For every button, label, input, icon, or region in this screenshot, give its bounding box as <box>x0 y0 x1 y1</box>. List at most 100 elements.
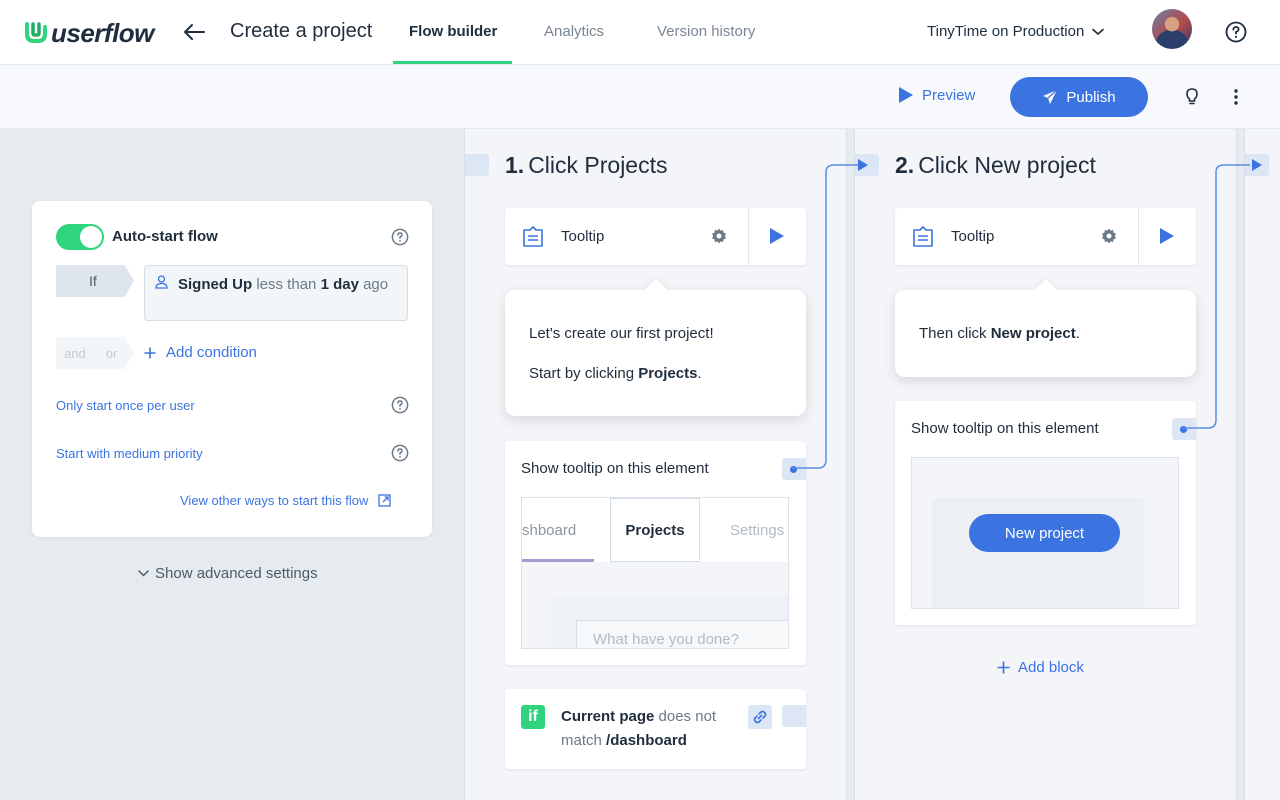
divider <box>1138 208 1139 265</box>
block-header: Tooltip <box>895 208 1196 265</box>
preview-tab: shboard <box>522 522 577 539</box>
condition-attribute: Current page <box>561 708 655 725</box>
condition-text: Current page does not match /dashboard <box>561 705 741 753</box>
tooltip-icon <box>913 226 933 247</box>
connection-port[interactable] <box>782 705 806 727</box>
add-block-button[interactable]: Add block <box>997 659 1084 676</box>
tooltip-text-end: . <box>697 365 702 382</box>
step-title[interactable]: 1. Click Projects <box>505 152 668 179</box>
tooltip-line-2: Start by clicking Projects. <box>529 365 702 382</box>
lightbulb-icon[interactable] <box>1183 87 1201 107</box>
plus-icon <box>997 661 1010 674</box>
link-icon[interactable] <box>748 705 772 729</box>
auto-start-label: Auto-start flow <box>112 228 218 245</box>
and-option[interactable]: and <box>64 346 86 361</box>
add-condition-label: Add condition <box>166 344 257 361</box>
tooltip-icon <box>523 226 543 247</box>
block-type: Tooltip <box>951 228 995 245</box>
tooltip-block[interactable]: Tooltip <box>895 208 1196 265</box>
connection-port[interactable] <box>782 458 806 480</box>
environment-label: TinyTime on Production <box>927 23 1085 40</box>
if-icon: if <box>521 705 545 729</box>
send-icon <box>1043 89 1058 104</box>
plus-icon <box>144 347 156 358</box>
active-tab-indicator <box>393 61 512 64</box>
or-option[interactable]: or <box>106 346 118 361</box>
auto-start-toggle[interactable] <box>56 224 104 250</box>
help-icon[interactable] <box>391 228 409 246</box>
play-icon <box>899 87 913 103</box>
target-element-block[interactable]: Show tooltip on this element New project <box>895 401 1196 625</box>
preview-button[interactable]: Preview <box>898 86 975 104</box>
help-icon[interactable] <box>1225 21 1247 43</box>
condition-block[interactable]: if Current page does not match /dashboar… <box>505 689 806 769</box>
target-element-block[interactable]: Show tooltip on this element shboard Pro… <box>505 441 806 665</box>
help-icon[interactable] <box>391 444 409 462</box>
condition-value: 1 day <box>320 276 359 293</box>
start-settings-card: Auto-start flow If Signed Up less than 1… <box>32 201 432 537</box>
tab-version-history[interactable]: Version history <box>657 23 755 40</box>
port-dot <box>1180 426 1187 433</box>
tab-analytics[interactable]: Analytics <box>544 23 604 40</box>
step-column-3 <box>1244 129 1280 800</box>
chevron-down-icon <box>138 570 149 577</box>
step-number: 1. <box>505 152 525 178</box>
port-dot <box>790 466 797 473</box>
play-icon[interactable] <box>1158 227 1176 245</box>
page-title: Create a project <box>230 20 373 42</box>
add-condition-button[interactable]: Add condition <box>144 344 257 361</box>
tooltip-preview[interactable]: Then click New project. <box>895 290 1196 377</box>
logo-wordmark: userflow <box>51 18 154 48</box>
priority-link[interactable]: Start with medium priority <box>56 446 203 461</box>
connection-port[interactable] <box>1172 418 1196 440</box>
environment-select[interactable]: TinyTime on Production <box>927 23 1105 40</box>
view-other-ways-link[interactable]: View other ways to start this flow <box>180 493 391 508</box>
play-icon[interactable] <box>768 227 786 245</box>
gear-icon[interactable] <box>1100 227 1118 245</box>
start-once-link[interactable]: Only start once per user <box>56 398 195 413</box>
help-icon[interactable] <box>391 396 409 414</box>
step-title[interactable]: 2. Click New project <box>895 152 1096 179</box>
preview-label: Preview <box>922 86 976 104</box>
condition-suffix: ago <box>363 276 389 293</box>
show-advanced-settings[interactable]: Show advanced settings <box>138 565 318 582</box>
gear-icon[interactable] <box>710 227 728 245</box>
tab-flow-builder[interactable]: Flow builder <box>409 23 497 40</box>
userflow-logo-icon <box>25 21 47 43</box>
element-screenshot: New project <box>911 457 1179 609</box>
more-options-icon[interactable] <box>1232 87 1240 107</box>
step-title-text: Click Projects <box>528 152 668 178</box>
step-input-port[interactable] <box>855 154 879 176</box>
tooltip-line-1: Let's create our first project! <box>529 325 714 342</box>
element-screenshot: shboard Projects Settings What have you … <box>521 497 789 649</box>
preview-tab-highlighted: Projects <box>610 498 700 562</box>
step-column-1: 1. Click Projects Tooltip Let's create ou… <box>464 129 847 800</box>
preview-new-project-button: New project <box>969 514 1120 552</box>
step-title-text: Click New project <box>918 152 1096 178</box>
condition-operator: less than <box>256 276 317 293</box>
back-arrow-icon[interactable] <box>182 20 206 44</box>
step-input-port[interactable] <box>465 154 489 176</box>
tooltip-text: Start by clicking <box>529 365 639 382</box>
external-link-icon <box>378 494 391 507</box>
target-label: Show tooltip on this element <box>911 420 1099 437</box>
step-input-port[interactable] <box>1245 154 1269 176</box>
tooltip-text-end: . <box>1075 325 1080 342</box>
preview-tab-underline <box>522 559 594 562</box>
top-bar: userflow Create a project Flow builder A… <box>0 0 1280 65</box>
tooltip-bold: Projects <box>638 365 698 382</box>
userflow-logo[interactable]: userflow <box>24 18 154 49</box>
block-type: Tooltip <box>561 228 605 245</box>
chevron-down-icon <box>1092 28 1105 35</box>
user-avatar[interactable] <box>1152 9 1192 49</box>
and-or-selector[interactable]: and or <box>56 337 134 369</box>
step-number: 2. <box>895 152 915 178</box>
condition-signed-up[interactable]: Signed Up less than 1 day ago <box>144 265 408 321</box>
tooltip-preview[interactable]: Let's create our first project! Start by… <box>505 290 806 416</box>
publish-button[interactable]: Publish <box>1010 77 1148 117</box>
tooltip-block[interactable]: Tooltip <box>505 208 806 265</box>
condition-text: Signed Up less than 1 day ago <box>178 273 398 297</box>
action-bar: Preview Publish <box>0 65 1280 129</box>
divider <box>748 208 749 265</box>
tooltip-bold: New project <box>990 325 1076 342</box>
